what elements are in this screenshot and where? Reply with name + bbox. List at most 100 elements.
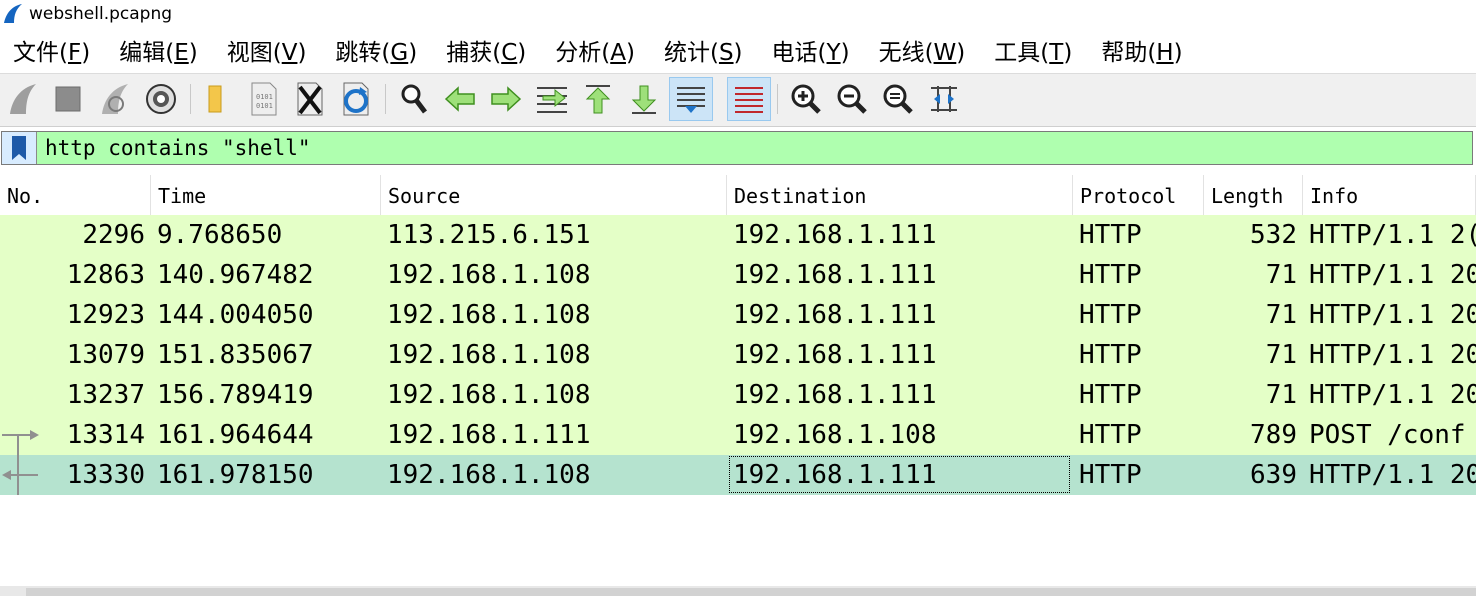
reload-file-button[interactable] (334, 77, 378, 121)
packet-time-cell: 144.004050 (157, 300, 314, 330)
menu-item-label: 编辑( (119, 40, 175, 66)
packet-row[interactable]: 13237 156.789419 192.168.1.108 192.168.1.11… (0, 375, 1476, 415)
column-header[interactable]: Protocol (1073, 175, 1204, 215)
packet-source-cell: 192.168.1.108 (387, 300, 591, 330)
normal-size-icon (883, 84, 913, 114)
menu-item-close: ) (840, 40, 850, 66)
menu-item[interactable]: 文件(F) (0, 33, 106, 67)
last-packet-button[interactable] (622, 77, 666, 121)
menu-item-mnemonic: E (174, 40, 189, 66)
packet-destination-cell: 192.168.1.111 (733, 260, 937, 290)
capture-options-icon (146, 84, 176, 114)
first-packet-button[interactable] (576, 77, 620, 121)
packet-protocol-cell: HTTP (1079, 300, 1142, 330)
packet-no-cell: 13079 (66, 340, 145, 370)
window-title: webshell.pcapng (29, 4, 173, 24)
packet-info-cell: HTTP/1.1 20 (1309, 380, 1476, 410)
packet-source-cell: 192.168.1.108 (387, 340, 591, 370)
capture-options-button[interactable] (139, 77, 183, 121)
packet-time-cell: 161.964644 (157, 420, 314, 450)
related-packet-line (17, 435, 19, 495)
display-filter-bar: http contains "shell" (0, 129, 1476, 169)
colorize-button[interactable] (727, 77, 771, 121)
packet-info-cell: HTTP/1.1 20 (1309, 460, 1476, 490)
column-header[interactable]: No. (0, 175, 151, 215)
zoom-out-icon (837, 84, 867, 114)
packet-length-cell: 532 (1250, 220, 1297, 250)
packet-length-cell: 71 (1265, 260, 1297, 290)
column-header[interactable]: Source (381, 175, 727, 215)
go-back-button[interactable] (438, 77, 482, 121)
response-arrow-icon (2, 470, 38, 480)
menu-item-mnemonic: F (67, 40, 82, 66)
column-header[interactable]: Info (1303, 175, 1476, 215)
stop-capture-icon (55, 86, 81, 112)
display-filter-input[interactable]: http contains "shell" (1, 131, 1473, 165)
resize-columns-icon (931, 86, 957, 112)
column-header[interactable]: Destination (727, 175, 1073, 215)
packet-protocol-cell: HTTP (1079, 420, 1142, 450)
packet-row[interactable]: 2296 9.768650 113.215.6.151 192.168.1.111 HT… (0, 215, 1476, 255)
resize-columns-button[interactable] (922, 77, 966, 121)
autoscroll-button[interactable] (669, 77, 713, 121)
menu-item[interactable]: 分析(A) (542, 33, 651, 67)
packet-no-cell: 12923 (66, 300, 145, 330)
filter-bookmark-button[interactable] (2, 132, 37, 164)
go-to-packet-icon (537, 87, 567, 113)
menu-item-close: ) (1063, 40, 1073, 66)
menu-item[interactable]: 跳转(G) (322, 33, 433, 67)
find-packet-button[interactable] (392, 77, 436, 121)
start-capture-button[interactable] (1, 77, 45, 121)
save-file-button[interactable]: 0101 0101 (242, 77, 286, 121)
packet-source-cell: 192.168.1.108 (387, 380, 591, 410)
close-file-button[interactable] (288, 77, 332, 121)
packet-row[interactable]: 13330 161.978150 192.168.1.108 192.168.1.11… (0, 455, 1476, 495)
packet-row[interactable]: 12863 140.967482 192.168.1.108 192.168.1.11… (0, 255, 1476, 295)
packet-info-cell: HTTP/1.1 20 (1309, 300, 1476, 330)
packet-source-cell: 192.168.1.108 (387, 260, 591, 290)
menu-bar: 文件(F) 编辑(E) 视图(V) 跳转(G) 捕获(C) 分析(A) 统计(S) 电话(Y)… (0, 28, 1476, 72)
menu-item-label: 文件( (13, 40, 68, 66)
menu-item-close: ) (733, 40, 743, 66)
menu-item[interactable]: 电话(Y) (759, 33, 866, 67)
packet-time-cell: 156.789419 (157, 380, 314, 410)
menu-item[interactable]: 统计(S) (651, 33, 759, 67)
normal-size-button[interactable] (876, 77, 920, 121)
open-file-button[interactable] (194, 77, 238, 121)
restart-capture-button[interactable] (93, 77, 137, 121)
menu-item[interactable]: 工具(T) (981, 33, 1088, 67)
menu-item-label: 统计( (663, 40, 719, 66)
menu-item-mnemonic: A (610, 40, 626, 66)
go-back-icon (444, 86, 475, 112)
menu-item-mnemonic: V (281, 40, 298, 66)
menu-item-mnemonic: T (1049, 40, 1064, 66)
packet-protocol-cell: HTTP (1079, 220, 1142, 250)
menu-item[interactable]: 视图(V) (214, 33, 323, 67)
packet-length-cell: 71 (1265, 380, 1297, 410)
menu-item-label: 跳转( (335, 40, 391, 66)
autoscroll-icon (677, 87, 705, 113)
menu-item-mnemonic: H (1156, 40, 1174, 66)
packet-length-cell: 71 (1265, 300, 1297, 330)
column-header[interactable]: Length (1204, 175, 1303, 215)
packet-protocol-cell: HTTP (1079, 380, 1142, 410)
packet-row[interactable]: 13079 151.835067 192.168.1.108 192.168.1.11… (0, 335, 1476, 375)
horizontal-scrollbar-thumb[interactable] (26, 588, 1476, 596)
zoom-in-button[interactable] (784, 77, 828, 121)
menu-item[interactable]: 无线(W) (866, 33, 982, 67)
menu-item-mnemonic: S (718, 40, 734, 66)
menu-item[interactable]: 捕获(C) (433, 33, 542, 67)
menu-item[interactable]: 编辑(E) (106, 33, 214, 67)
stop-capture-button[interactable] (46, 77, 90, 121)
go-forward-button[interactable] (484, 77, 528, 121)
zoom-out-button[interactable] (830, 77, 874, 121)
column-header[interactable]: Time (151, 175, 381, 215)
menu-item[interactable]: 帮助(H) (1088, 33, 1198, 67)
go-to-packet-button[interactable] (530, 77, 574, 121)
packet-length-cell: 639 (1250, 460, 1297, 490)
packet-row[interactable]: 13314 161.964644 192.168.1.111 192.168.1.10… (0, 415, 1476, 455)
packet-list-header: No. Time Source Destination Protocol Length In… (0, 175, 1476, 216)
menu-item-label: 分析( (555, 40, 611, 66)
packet-row[interactable]: 12923 144.004050 192.168.1.108 192.168.1.11… (0, 295, 1476, 335)
menu-item-label: 工具( (994, 40, 1050, 66)
